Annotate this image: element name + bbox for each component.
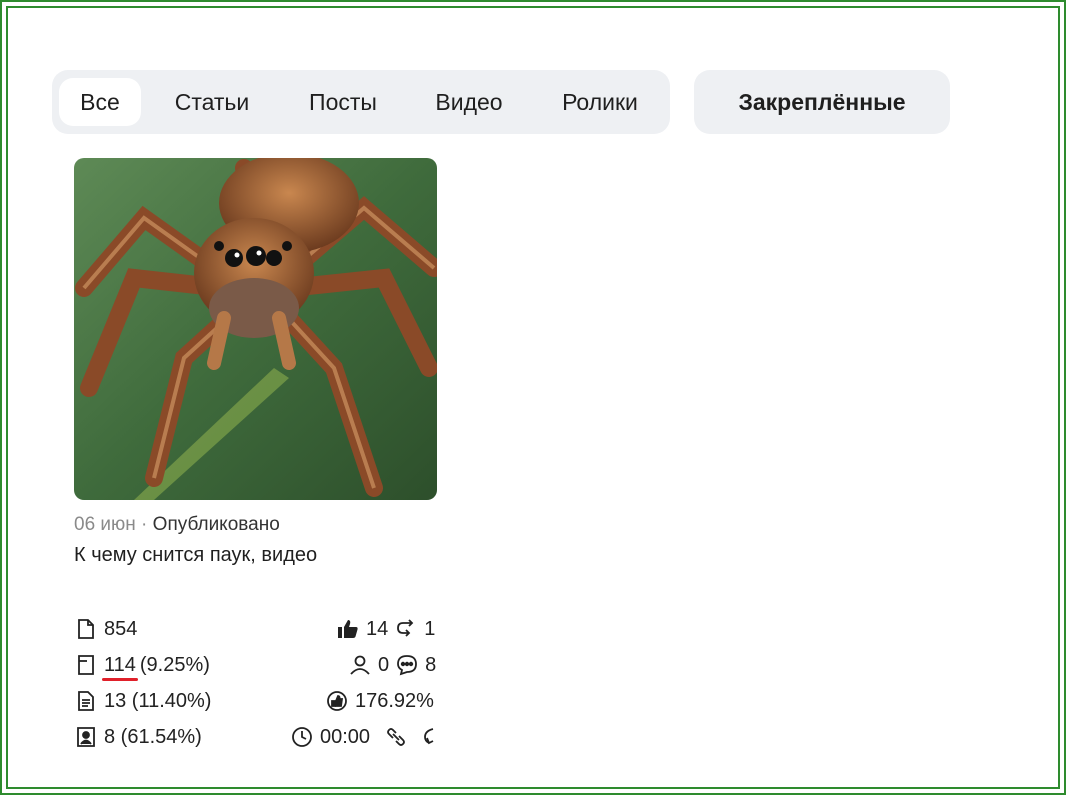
link-icon[interactable] (384, 725, 408, 749)
stat-views: 114 (9.25%) (74, 652, 210, 678)
post-date: 06 июн (74, 514, 136, 535)
views-underline (102, 678, 138, 681)
pinned-tab[interactable]: Закреплённые (694, 70, 950, 134)
reads-value: 13 (11.40%) (104, 689, 212, 712)
page-folded-icon (74, 653, 98, 677)
clock-icon (290, 725, 314, 749)
stat-engagement: 176.92% (325, 688, 434, 714)
tab-shorts[interactable]: Ролики (540, 78, 660, 126)
stat-time: 00:00 (290, 724, 442, 750)
tab-posts[interactable]: Посты (288, 78, 398, 126)
tab-video[interactable]: Видео (416, 78, 522, 126)
image-doc-icon (74, 725, 98, 749)
engagement-icon (325, 689, 349, 713)
post-status: Опубликовано (152, 514, 280, 535)
thumb-up-icon (336, 617, 360, 641)
meta-separator: · (135, 514, 153, 535)
reposts-value: 1 (424, 617, 436, 640)
subscribers-value: 0 (378, 653, 390, 676)
stat-impressions: 854 (74, 616, 137, 642)
comment-icon (395, 653, 419, 677)
spider-thumbnail[interactable] (74, 158, 437, 500)
likes-value: 14 (366, 617, 389, 640)
share-icon[interactable] (418, 725, 442, 749)
tab-all[interactable]: Все (59, 78, 141, 126)
comments-value: 8 (425, 653, 437, 676)
person-icon (348, 653, 372, 677)
time-value: 00:00 (320, 725, 371, 748)
tab-articles[interactable]: Статьи (154, 78, 270, 126)
finished-value: 8 (61.54%) (104, 725, 202, 748)
repost-icon (394, 617, 418, 641)
stat-likes-reposts: 14 1 (336, 616, 435, 642)
stat-subs-comments: 0 8 (348, 652, 436, 678)
impressions-value: 854 (104, 617, 138, 640)
page-icon (74, 617, 98, 641)
engagement-value: 176.92% (355, 689, 434, 712)
document-lines-icon (74, 689, 98, 713)
views-percent: (9.25%) (139, 653, 210, 676)
post-meta: 06 июн · Опубликовано (74, 514, 280, 536)
content-tabs: Все Статьи Посты Видео Ролики (52, 70, 670, 134)
stat-reads: 13 (11.40%) (74, 688, 211, 714)
views-value[interactable]: 114 (104, 654, 136, 677)
stat-finished: 8 (61.54%) (74, 724, 202, 750)
post-title[interactable]: К чему снится паук, видео (74, 544, 317, 567)
